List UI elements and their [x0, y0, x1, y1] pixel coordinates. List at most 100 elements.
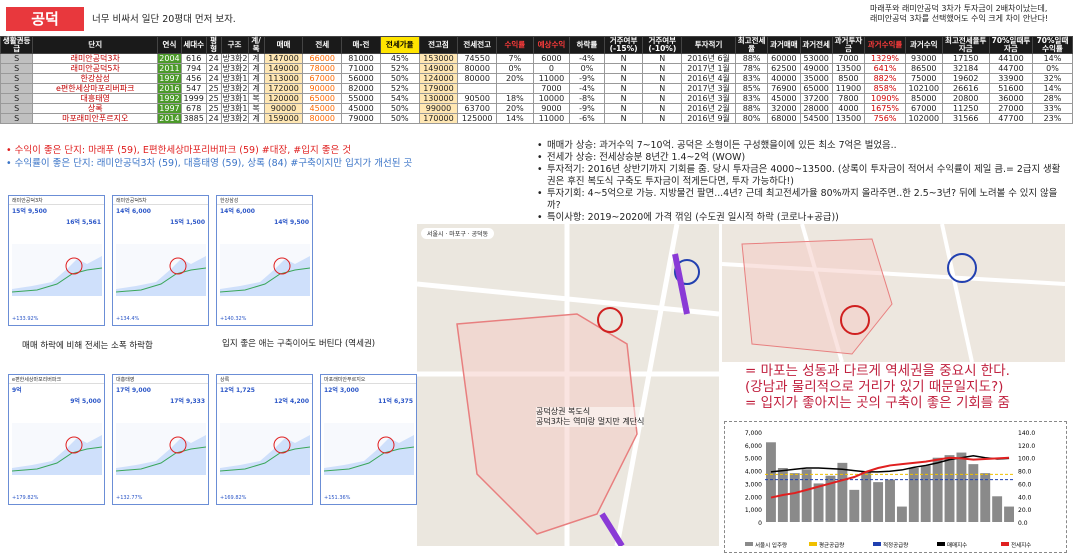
table-cell: 81000	[341, 53, 381, 64]
table-cell: 54500	[799, 113, 833, 124]
right-tick: 100.0	[1018, 456, 1035, 463]
phone-growth: +169.82%	[220, 495, 247, 501]
supply-bar	[837, 462, 848, 522]
table-cell: 80000	[457, 63, 498, 74]
phone-growth: +132.77%	[116, 495, 143, 501]
legend-label: 매매지수	[947, 541, 967, 549]
right-tick: 20.0	[1018, 507, 1032, 514]
phone-price-chart	[220, 244, 310, 296]
table-cell: 3885	[180, 113, 207, 124]
right-bullets: 매매가 상승: 과거수익 7~10억. 공덕은 소형이든 구성했을이에 있든 최…	[537, 140, 1067, 224]
table-cell: 858%	[864, 83, 906, 94]
table-cell: 78000	[302, 63, 343, 74]
table-cell: N	[603, 83, 644, 94]
table-cell: 63700	[457, 103, 498, 114]
map-caption: 공덕상권 복도식 공덕3차는 역미랑 멀지만 계단식	[536, 407, 645, 427]
table-cell: 37200	[799, 93, 833, 104]
page-title: 공덕	[6, 7, 84, 31]
table-cell: 33%	[1031, 103, 1073, 114]
table-cell: 67000	[302, 73, 343, 84]
table-cell: 계	[247, 63, 265, 74]
table-cell: 86500	[904, 63, 943, 74]
supply-bar	[968, 464, 979, 522]
supply-bar	[1004, 506, 1014, 522]
table-cell: 계	[247, 73, 265, 84]
table-cell: 80000	[302, 113, 343, 124]
column-header: 70%일때수익률	[1031, 36, 1073, 54]
right-tick: 120.0	[1018, 443, 1035, 450]
table-cell: 83%	[734, 73, 769, 84]
map-zoom[interactable]	[722, 224, 1065, 362]
caption-sale-vs-rent: 매매 하락에 비해 전세는 소폭 하락함	[20, 339, 155, 351]
left-tick: 3,000	[745, 481, 762, 488]
table-cell: 1090%	[864, 93, 906, 104]
table-row: S 마포래미안푸르지오 2014 3885 24 방3화2 계 159000 80000 7900…	[0, 113, 1073, 124]
map-breadcrumb[interactable]: 서울시 · 마포구 · 공덕동	[421, 228, 495, 239]
column-header: 매-전	[341, 36, 381, 54]
table-cell: 7000	[831, 53, 866, 64]
table-cell: 32000	[767, 103, 801, 114]
phone-card[interactable]: 상록 12억 1,725 12억 4,200 +169.82%	[216, 374, 313, 505]
table-cell: 159000	[263, 113, 304, 124]
table-cell: 2017년 1월	[681, 63, 736, 74]
phone-card[interactable]: 마포래미안푸르지오 12억 3,000 11억 6,375 +151.36%	[320, 374, 417, 505]
table-cell: 1329%	[864, 53, 906, 64]
table-cell: 11900	[831, 83, 866, 94]
table-cell: 52%	[379, 83, 420, 94]
table-cell: 11000	[532, 113, 571, 124]
legend-label: 평균공급량	[819, 542, 844, 549]
supply-bar	[896, 506, 907, 522]
supply-bar	[980, 473, 991, 522]
table-cell: 88%	[734, 103, 769, 114]
legend-label: 서울시 입주량	[755, 541, 787, 549]
supply-index-chart: 7,000 6,000 5,000 4,000 3,000 2,000 1,000 0 140.…	[724, 421, 1067, 553]
table-cell: 54%	[379, 93, 420, 104]
table-cell: -4%	[569, 53, 605, 64]
phone-title: 상록	[217, 375, 312, 384]
table-cell: 68000	[767, 113, 801, 124]
phone-card[interactable]: e편한세상마포리버파크 9억 9억 5,000 +179.82%	[8, 374, 105, 505]
table-cell: 방3화2	[220, 63, 249, 74]
right-tick: 40.0	[1018, 494, 1032, 501]
table-cell: 50%	[379, 73, 420, 84]
table-cell: 2017년 3월	[681, 83, 736, 94]
table-cell: -6%	[569, 113, 605, 124]
table-cell: 24	[205, 113, 222, 124]
table-cell: 0%	[569, 63, 605, 74]
phone-card[interactable]: 대흥태영 17억 9,000 17억 9,333 +132.77%	[112, 374, 209, 505]
table-cell: 28%	[1031, 93, 1073, 104]
supply-bar	[944, 455, 955, 522]
table-cell: N	[642, 103, 683, 114]
table-cell: 67000	[904, 103, 943, 114]
table-cell: 2016년 9월	[681, 113, 736, 124]
phone-price: 14억 6,000	[220, 208, 255, 215]
table-cell: 47700	[988, 113, 1033, 124]
table-cell: 26616	[941, 83, 990, 94]
table-cell: 9000	[532, 103, 571, 114]
table-cell: 35000	[799, 73, 833, 84]
left-tick: 7,000	[745, 430, 762, 437]
column-header: 과거투자금	[831, 36, 866, 54]
supply-bar	[885, 479, 895, 522]
map-view[interactable]: 서울시 · 마포구 · 공덕동	[417, 224, 719, 546]
phone-card[interactable]: 래미안공덕5차 14억 6,000 15억 1,500 +134.4%	[112, 195, 209, 326]
table-cell: 25	[205, 103, 222, 114]
table-cell: 147000	[263, 53, 304, 64]
table-cell: 641%	[864, 63, 906, 74]
table-cell: S	[0, 103, 34, 114]
supply-bar	[956, 452, 967, 522]
phone-price-2: 16억 5,561	[66, 219, 101, 226]
supply-bar	[992, 496, 1003, 522]
phone-price-chart	[116, 244, 206, 296]
column-header: 전세가율	[379, 36, 420, 54]
table-cell: 방3화1	[220, 93, 249, 104]
table-cell: 27000	[988, 103, 1033, 114]
table-cell: 18%	[496, 93, 534, 104]
table-cell: N	[603, 113, 644, 124]
phone-card[interactable]: 래미안공덕3차 15억 9,500 16억 5,561 +133.92%	[8, 195, 105, 326]
table-cell: -8%	[569, 93, 605, 104]
column-header: 전고점	[418, 36, 459, 54]
phone-card[interactable]: 한강삼성 14억 6,000 14억 9,500 +140.32%	[216, 195, 313, 326]
table-cell: 14%	[1031, 53, 1073, 64]
phone-price: 15억 9,500	[12, 208, 47, 215]
